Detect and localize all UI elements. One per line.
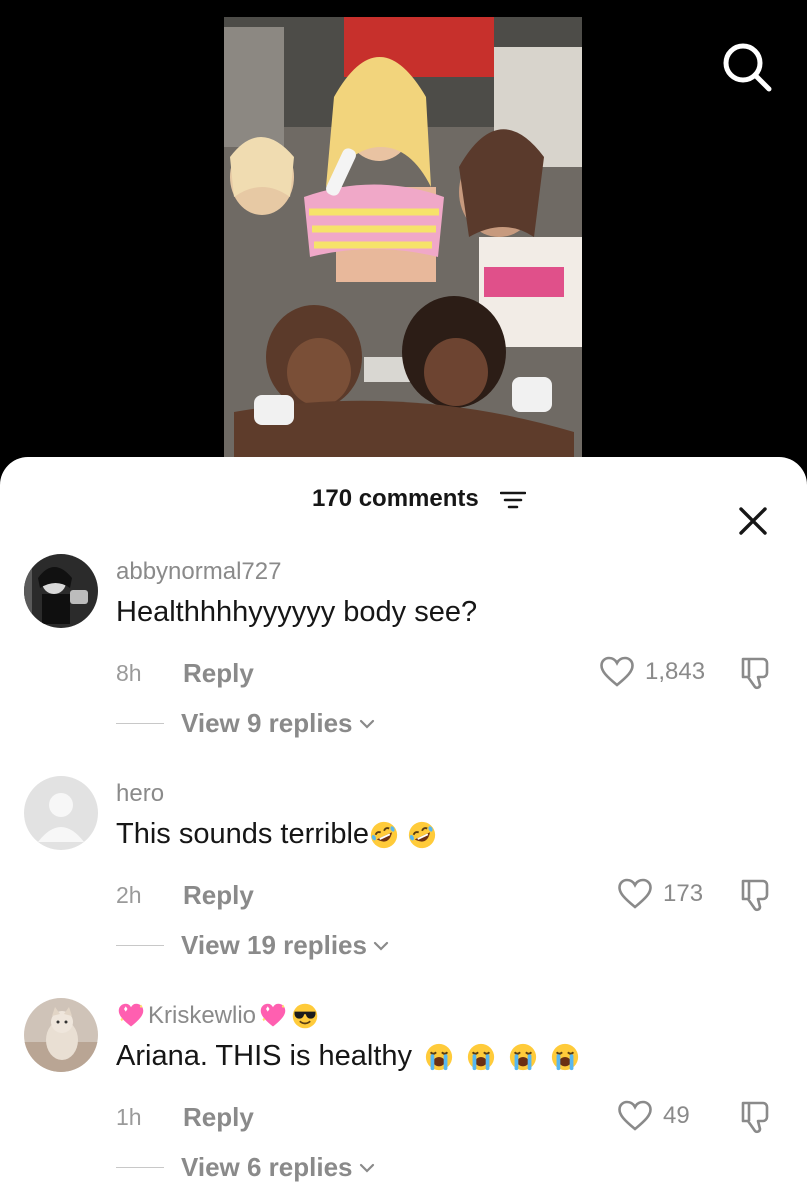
- chevron-down-icon: [373, 941, 389, 951]
- search-icon: [723, 43, 772, 92]
- loudly-crying-face-emoji: [424, 1042, 454, 1072]
- comment-item: Kriskewlio Ariana. THIS is healthy 1h Re…: [0, 998, 807, 1200]
- username-text: hero: [116, 780, 165, 807]
- close-comments-button[interactable]: [737, 505, 769, 537]
- thumbs-down-icon: [741, 657, 769, 690]
- view-replies-label: View 6 replies: [181, 1152, 353, 1182]
- like-button[interactable]: 173: [617, 876, 703, 912]
- like-count: 49: [663, 1102, 690, 1129]
- comment-text: Ariana. THIS is healthy: [116, 1040, 580, 1073]
- comment-text: This sounds terrible: [116, 818, 437, 851]
- replies-divider: [116, 723, 164, 724]
- comment-body-text: Ariana. THIS is healthy: [116, 1040, 413, 1072]
- smiling-face-with-sunglasses-emoji: [290, 1002, 320, 1030]
- reply-button[interactable]: Reply: [183, 1102, 254, 1133]
- thumbs-down-icon: [741, 1101, 769, 1134]
- default-avatar: [24, 776, 98, 850]
- rolling-on-floor-laughing-emoji: [369, 820, 399, 850]
- video-frame-image: [224, 17, 582, 462]
- heart-outline-icon: [618, 878, 652, 909]
- comment-timestamp: 8h: [116, 660, 142, 686]
- replies-divider: [116, 1167, 164, 1168]
- heart-outline-icon: [600, 656, 634, 687]
- comment-username[interactable]: abbynormal727: [116, 558, 281, 586]
- reply-button[interactable]: Reply: [183, 880, 254, 911]
- view-replies-button[interactable]: View 9 replies: [181, 708, 375, 739]
- filter-icon: [499, 491, 527, 509]
- heart-outline-icon: [618, 1100, 652, 1131]
- comment-username[interactable]: Kriskewlio: [116, 1002, 320, 1030]
- view-replies-button[interactable]: View 6 replies: [181, 1152, 375, 1183]
- comment-text: Healthhhhyyyyyy body see?: [116, 596, 477, 629]
- comment-timestamp: 1h: [116, 1104, 142, 1130]
- close-icon: [739, 507, 767, 535]
- thumbs-down-icon: [741, 879, 769, 912]
- search-button[interactable]: [718, 38, 776, 96]
- video-player[interactable]: [224, 17, 582, 462]
- loudly-crying-face-emoji: [466, 1042, 496, 1072]
- like-count: 173: [663, 880, 704, 907]
- view-replies-label: View 9 replies: [181, 708, 353, 738]
- sparkling-heart-emoji: [116, 1002, 146, 1030]
- avatar[interactable]: [24, 998, 98, 1072]
- dislike-button[interactable]: [738, 654, 776, 692]
- comment-timestamp: 2h: [116, 882, 142, 908]
- loudly-crying-face-emoji: [508, 1042, 538, 1072]
- view-replies-label: View 19 replies: [181, 930, 367, 960]
- avatar[interactable]: [24, 554, 98, 628]
- comment-item: abbynormal727 Healthhhhyyyyyy body see? …: [0, 554, 807, 776]
- comments-sheet: 170 comments abbynormal727 Healthhhhyyyy…: [0, 457, 807, 1200]
- rolling-on-floor-laughing-emoji: [407, 820, 437, 850]
- reply-button[interactable]: Reply: [183, 658, 254, 689]
- username-text: abbynormal727: [116, 558, 282, 585]
- tiktok-screen: 170 comments abbynormal727 Healthhhhyyyy…: [0, 0, 807, 1200]
- chevron-down-icon: [359, 1163, 374, 1173]
- comment-body-text: This sounds terrible: [116, 818, 370, 850]
- username-text: Kriskewlio: [148, 1002, 257, 1029]
- sparkling-heart-emoji: [258, 1002, 288, 1030]
- like-button[interactable]: 1,843: [599, 654, 705, 690]
- dislike-button[interactable]: [738, 876, 776, 914]
- dislike-button[interactable]: [738, 1098, 776, 1136]
- chevron-down-icon: [359, 719, 374, 729]
- like-count: 1,843: [645, 658, 706, 685]
- like-button[interactable]: 49: [617, 1098, 690, 1134]
- comment-count-label: 170 comments: [312, 485, 479, 512]
- dark-photo-avatar: [24, 554, 98, 628]
- comment-item: hero This sounds terrible 2h Reply 173 V…: [0, 776, 807, 998]
- comments-header: 170 comments: [0, 479, 807, 535]
- replies-divider: [116, 945, 164, 946]
- cat-photo-avatar: [24, 998, 98, 1072]
- comment-username[interactable]: hero: [116, 780, 164, 808]
- loudly-crying-face-emoji: [550, 1042, 580, 1072]
- sort-filter-button[interactable]: [499, 489, 527, 511]
- view-replies-button[interactable]: View 19 replies: [181, 930, 389, 961]
- comment-body-text: Healthhhhyyyyyy body see?: [116, 596, 478, 628]
- avatar[interactable]: [24, 776, 98, 850]
